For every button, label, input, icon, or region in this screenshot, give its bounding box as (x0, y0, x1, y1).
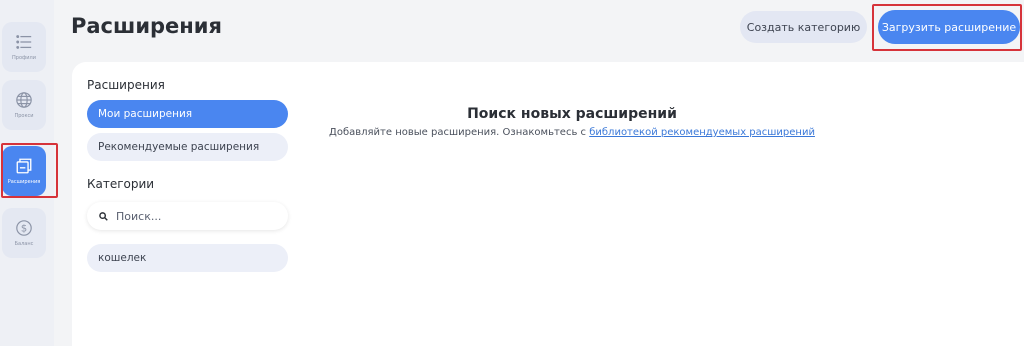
search-icon (99, 211, 108, 221)
categories-heading: Категории (87, 177, 155, 191)
empty-state-description: Добавляйте новые расширения. Ознакомьтес… (329, 127, 587, 138)
highlight-box (1, 143, 58, 198)
list-icon (16, 35, 32, 49)
category-search[interactable] (87, 202, 288, 230)
sidebar-item-profiles[interactable]: Профили (2, 22, 46, 72)
sidebar-item-proxy[interactable]: Прокси (2, 80, 46, 130)
page-title: Расширения (71, 14, 223, 38)
extensions-heading: Расширения (87, 78, 165, 92)
category-item[interactable]: кошелек (87, 244, 288, 272)
recommended-library-link[interactable]: библиотекой рекомендуемых расширений (589, 127, 815, 138)
svg-text:$: $ (21, 224, 27, 235)
sidebar-item-balance[interactable]: $ Баланс (2, 208, 46, 258)
empty-state-title: Поиск новых расширений (467, 106, 677, 122)
sidebar-item-label: Баланс (14, 241, 34, 247)
sidebar-item-label: Прокси (14, 113, 34, 119)
category-search-input[interactable] (116, 209, 276, 223)
dollar-icon: $ (16, 220, 32, 236)
extensions-panel: Расширения Мои расширения Рекомендуемые … (72, 62, 1024, 346)
highlight-box (872, 4, 1022, 51)
sidebar-item-label: Профили (12, 55, 36, 61)
globe-icon (16, 92, 32, 108)
empty-state-text: Добавляйте новые расширения. Ознакомьтес… (72, 127, 1024, 138)
create-category-button[interactable]: Создать категорию (740, 11, 867, 43)
